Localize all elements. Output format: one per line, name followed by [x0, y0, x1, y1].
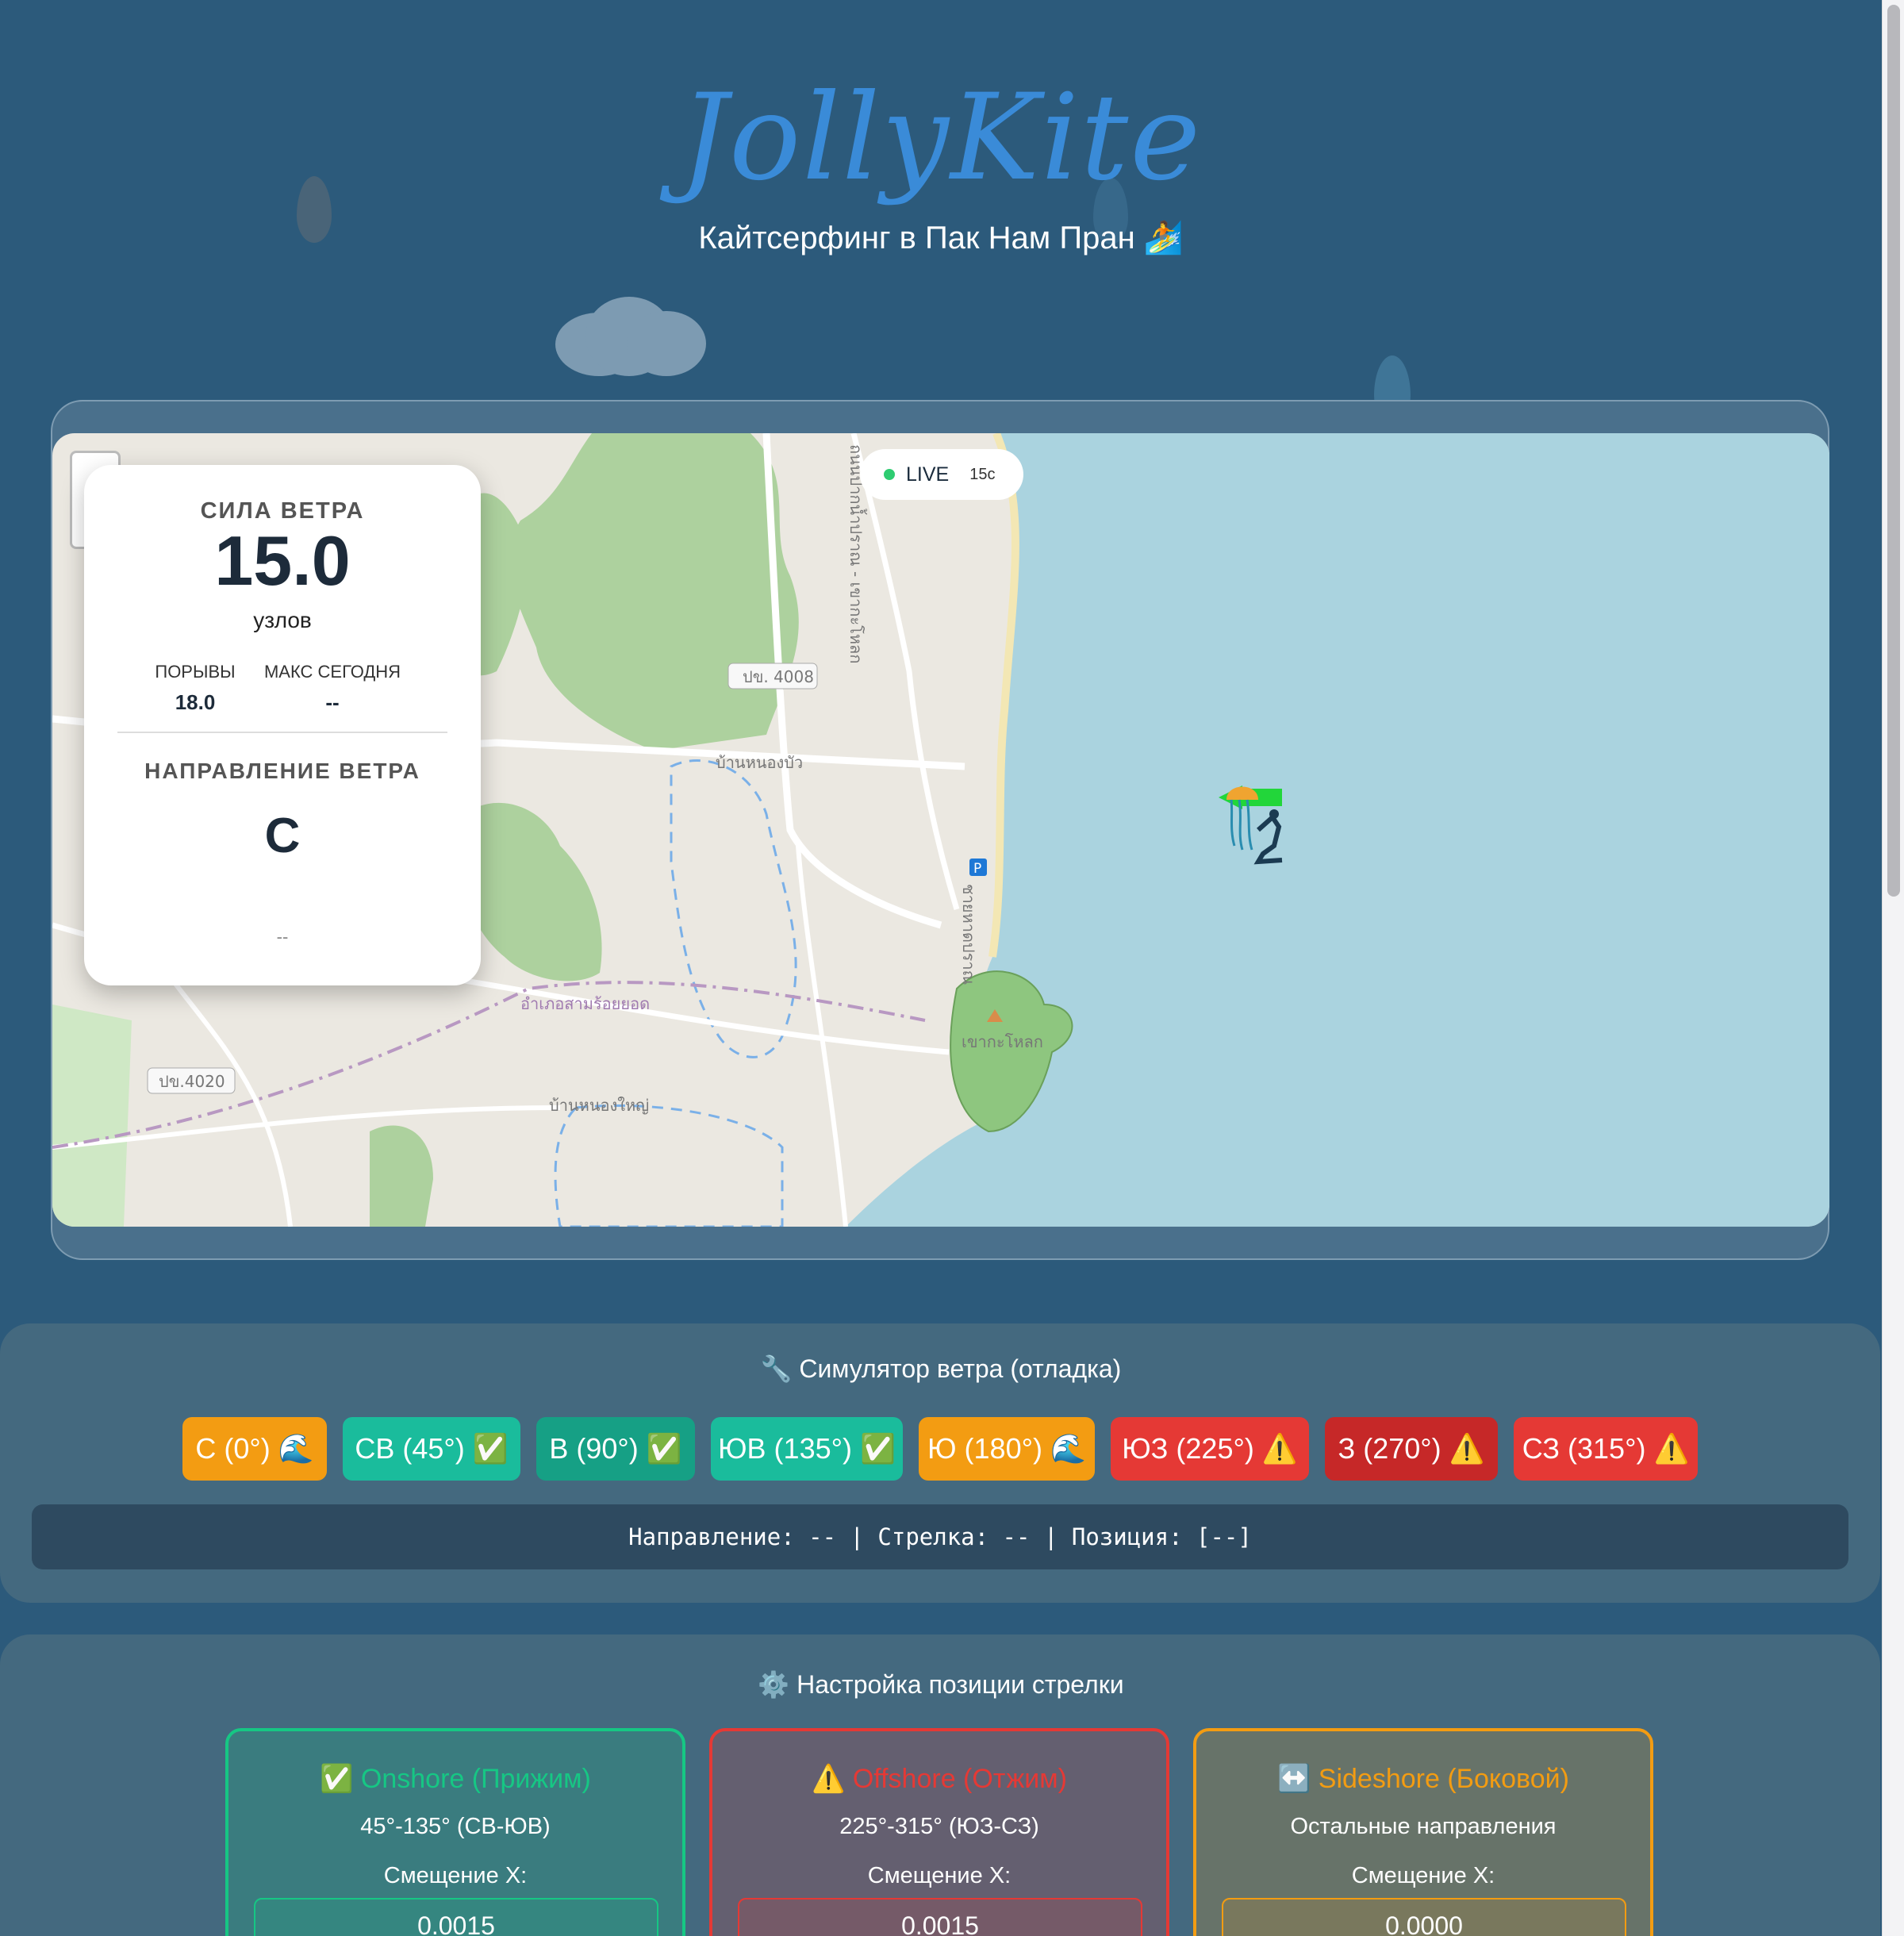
- offset-x-input[interactable]: [254, 1898, 658, 1936]
- svg-text:อำเภอสามร้อยยอด: อำเภอสามร้อยยอด: [520, 994, 650, 1013]
- onshore-zone: ✅ Onshore (Прижим) 45°-135° (СВ-ЮВ) Смещ…: [225, 1728, 685, 1936]
- zone-title: ✅ Onshore (Прижим): [320, 1764, 591, 1794]
- offset-x-label: Смещение X:: [383, 1863, 528, 1888]
- live-dot-icon: [884, 469, 895, 480]
- svg-text:P: P: [973, 861, 981, 877]
- sim-button-s[interactable]: Ю (180°) 🌊: [919, 1417, 1095, 1481]
- live-label: LIVE: [906, 463, 950, 486]
- svg-text:บ้านหนองใหญ่: บ้านหนองใหญ่: [549, 1096, 649, 1115]
- simulator-title: 🔧 Симулятор ветра (отладка): [760, 1354, 1122, 1383]
- sideshore-zone: ↔️ Sideshore (Боковой) Остальные направл…: [1193, 1728, 1653, 1936]
- zone-range: Остальные направления: [1290, 1814, 1557, 1839]
- gusts-label: ПОРЫВЫ: [155, 662, 236, 682]
- zone-title: ↔️ Sideshore (Боковой): [1277, 1764, 1569, 1794]
- gusts-value: 18.0: [175, 690, 216, 714]
- zone-range: 45°-135° (СВ-ЮВ): [360, 1814, 551, 1839]
- offset-x-input[interactable]: [1222, 1898, 1626, 1936]
- sim-button-e[interactable]: В (90°) ✅: [536, 1417, 695, 1481]
- offshore-zone: ⚠️ Offshore (Отжим) 225°-315° (ЮЗ-СЗ) См…: [709, 1728, 1169, 1936]
- map-view[interactable]: ปข. 4008 ปข.4020 บ้านหนองบัว บ้านหนองใหญ…: [52, 433, 1829, 1227]
- wind-direction-desc: --: [276, 927, 289, 947]
- svg-text:เขากะโหลก: เขากะโหลก: [962, 1032, 1043, 1051]
- divider: [117, 732, 447, 733]
- offset-x-input[interactable]: [738, 1898, 1142, 1936]
- svg-text:ปข.4020: ปข.4020: [159, 1072, 225, 1091]
- wind-direction-value: С: [264, 809, 301, 863]
- sim-button-se[interactable]: ЮВ (135°) ✅: [711, 1417, 903, 1481]
- offset-x-label: Смещение X:: [1351, 1863, 1495, 1888]
- max-today-value: --: [325, 690, 340, 714]
- wind-panel: СИЛА ВЕТРА 15.0 узлов ПОРЫВЫ 18.0 МАКС С…: [84, 465, 481, 985]
- sim-button-ne[interactable]: СВ (45°) ✅: [343, 1417, 520, 1481]
- max-today-label: МАКС СЕГОДНЯ: [263, 662, 401, 682]
- zone-range: 225°-315° (ЮЗ-СЗ): [839, 1814, 1039, 1839]
- scrollbar-thumb[interactable]: [1887, 5, 1900, 897]
- wind-direction-title: НАПРАВЛЕНИЕ ВЕТРА: [144, 759, 420, 783]
- offset-x-label: Смещение X:: [867, 1863, 1012, 1888]
- app-logo: JollyKite: [679, 69, 1203, 207]
- max-today-stat: МАКС СЕГОДНЯ --: [257, 662, 408, 715]
- zone-title: ⚠️ Offshore (Отжим): [812, 1764, 1067, 1794]
- svg-text:บ้านหนองบัว: บ้านหนองบัว: [716, 753, 803, 772]
- wind-speed-value: 15.0: [214, 521, 351, 600]
- cloud-decoration: [555, 297, 706, 376]
- svg-text:ชายหาดปราณ: ชายหาดปราณ: [959, 884, 978, 985]
- refresh-interval: 15с: [969, 465, 996, 483]
- gusts-stat: ПОРЫВЫ 18.0: [140, 662, 251, 715]
- simulator-debug-info: Направление: -- | Стрелка: -- | Позиция:…: [32, 1504, 1848, 1569]
- scrollbar[interactable]: [1882, 0, 1904, 1936]
- sim-button-n[interactable]: С (0°) 🌊: [182, 1417, 327, 1481]
- svg-text:ปข. 4008: ปข. 4008: [743, 667, 814, 686]
- sim-button-w[interactable]: З (270°) ⚠️: [1325, 1417, 1498, 1481]
- page-subtitle: Кайтсерфинг в Пак Нам Пран 🏄: [698, 221, 1184, 255]
- live-indicator: LIVE 15с: [860, 449, 1023, 500]
- sim-button-sw[interactable]: ЮЗ (225°) ⚠️: [1111, 1417, 1309, 1481]
- wind-speed-unit: узлов: [253, 608, 312, 632]
- settings-title: ⚙️ Настройка позиции стрелки: [758, 1670, 1124, 1699]
- sim-button-nw[interactable]: СЗ (315°) ⚠️: [1514, 1417, 1698, 1481]
